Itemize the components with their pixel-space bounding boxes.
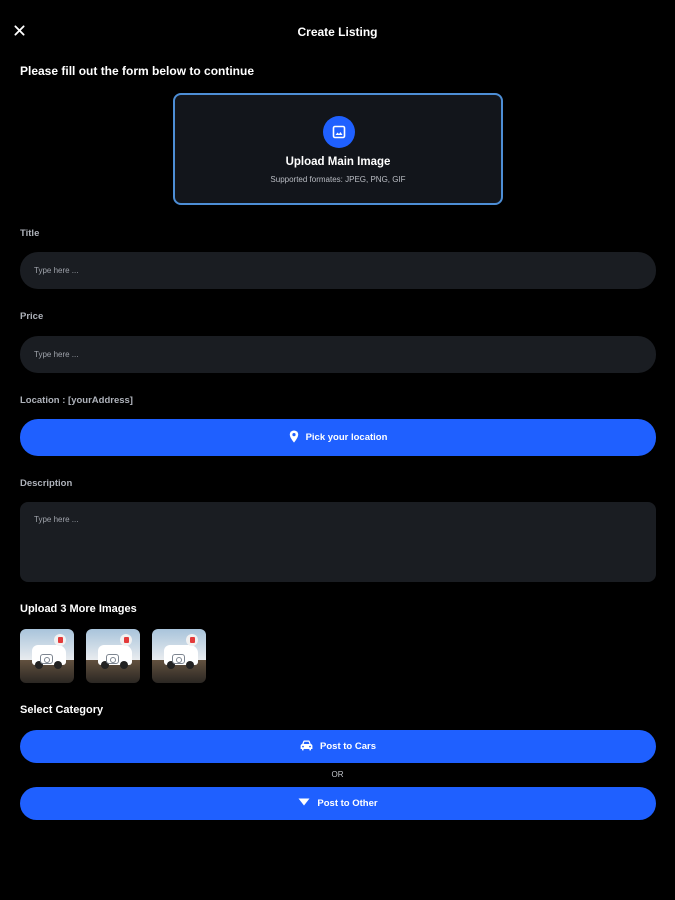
car-wheel [186, 661, 194, 669]
more-images-label: Upload 3 More Images [20, 603, 137, 615]
image-thumbnail[interactable] [152, 629, 206, 683]
camera-icon [106, 654, 119, 664]
select-category-label: Select Category [20, 704, 104, 716]
description-textarea[interactable]: Type here ... [20, 502, 656, 582]
or-separator: OR [331, 770, 344, 779]
delete-image-button[interactable] [120, 634, 132, 646]
location-label: Location : [yourAddress] [20, 395, 133, 406]
delete-icon [57, 637, 63, 643]
dropdown-triangle-icon [298, 798, 310, 809]
upload-main-image-button[interactable]: Upload Main Image Supported formates: JP… [173, 93, 503, 205]
post-to-cars-label: Post to Cars [320, 741, 376, 752]
post-to-other-button[interactable]: Post to Other [20, 787, 656, 820]
page-title: Create Listing [297, 25, 378, 39]
car-wheel [54, 661, 62, 669]
description-placeholder: Type here ... [34, 515, 79, 524]
title-input[interactable]: Type here ... [20, 252, 656, 289]
form-instructions: Please fill out the form below to contin… [20, 64, 255, 78]
supported-formats-text: Supported formates: JPEG, PNG, GIF [270, 175, 406, 184]
car-icon [300, 740, 313, 754]
price-input[interactable]: Type here ... [20, 336, 656, 373]
price-label: Price [20, 311, 44, 322]
description-label: Description [20, 478, 73, 489]
car-wheel [120, 661, 128, 669]
delete-image-button[interactable] [186, 634, 198, 646]
price-placeholder: Type here ... [34, 350, 79, 359]
delete-image-button[interactable] [54, 634, 66, 646]
title-label: Title [20, 228, 40, 239]
pick-location-label: Pick your location [305, 432, 388, 443]
camera-icon [172, 654, 185, 664]
app-header: Create Listing [0, 0, 675, 64]
delete-icon [123, 637, 129, 643]
pick-location-button[interactable]: Pick your location [20, 419, 656, 456]
post-to-other-label: Post to Other [317, 798, 378, 809]
image-thumbnail[interactable] [20, 629, 74, 683]
title-placeholder: Type here ... [34, 266, 79, 275]
image-icon [323, 116, 355, 148]
post-to-cars-button[interactable]: Post to Cars [20, 730, 656, 763]
image-thumbnail[interactable] [86, 629, 140, 683]
location-pin-icon [289, 430, 299, 446]
camera-icon [40, 654, 53, 664]
delete-icon [189, 637, 195, 643]
upload-main-image-title: Upload Main Image [285, 156, 391, 168]
